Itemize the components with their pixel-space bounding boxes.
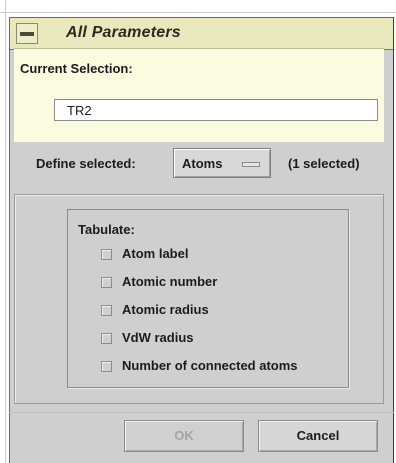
atom-label-checkbox-label: Atom label [122, 246, 189, 261]
background-line [5, 0, 6, 463]
window-title: All Parameters [66, 24, 181, 41]
title-bar[interactable]: All Parameters [10, 18, 393, 50]
button-separator [9, 412, 394, 413]
current-selection-field[interactable]: TR2 [54, 99, 378, 121]
vdw-radius-checkbox-label: VdW radius [122, 330, 194, 345]
ok-button[interactable]: OK [124, 420, 244, 452]
selection-count: (1 selected) [288, 156, 360, 171]
background-line [0, 12, 396, 13]
vdw-radius-checkbox[interactable] [101, 333, 112, 344]
atomic-number-checkbox-label: Atomic number [122, 274, 218, 289]
current-selection-label: Current Selection: [20, 61, 133, 76]
atom-label-checkbox[interactable] [101, 249, 112, 260]
atomic-number-checkbox[interactable] [101, 277, 112, 288]
atomic-radius-checkbox-label: Atomic radius [122, 302, 209, 317]
atomic-radius-checkbox[interactable] [101, 305, 112, 316]
option-menu-indicator-icon [242, 162, 260, 167]
window-menu-icon [20, 32, 34, 36]
define-option-menu[interactable]: Atoms [173, 148, 271, 178]
define-selected-label: Define selected: [36, 156, 136, 171]
tabulate-title: Tabulate: [78, 222, 135, 237]
cancel-button[interactable]: Cancel [258, 420, 378, 452]
window-menu-button[interactable] [16, 23, 38, 44]
current-selection-panel: Current Selection: TR2 [14, 48, 384, 142]
connected-atoms-checkbox[interactable] [101, 361, 112, 372]
connected-atoms-checkbox-label: Number of connected atoms [122, 358, 298, 373]
define-option-value: Atoms [182, 156, 223, 171]
